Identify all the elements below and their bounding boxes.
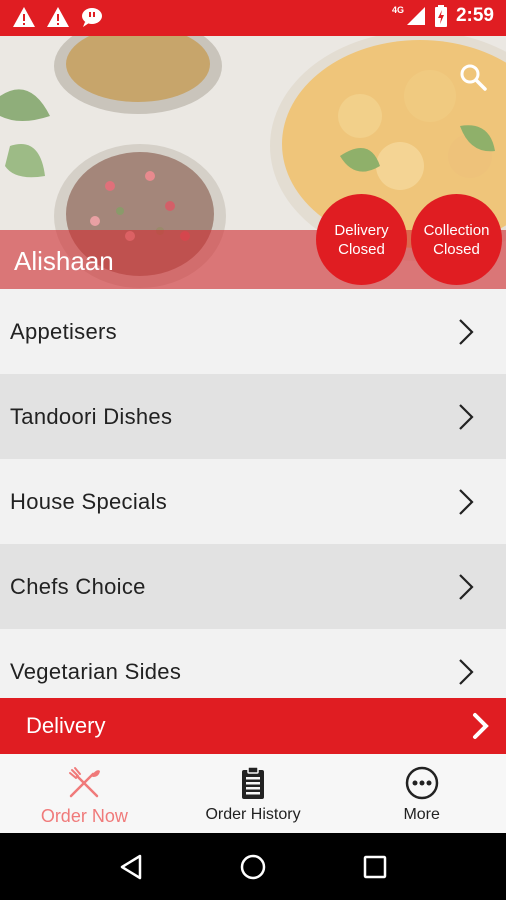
chevron-right-icon: [473, 713, 489, 739]
chevron-right-icon: [459, 573, 474, 600]
tab-more[interactable]: More: [337, 754, 506, 833]
category-item[interactable]: House Specials: [0, 459, 506, 544]
bottom-tab-bar: Order Now Order History More: [0, 754, 506, 833]
clock: 2:59: [455, 5, 494, 26]
category-item[interactable]: Chefs Choice: [0, 544, 506, 629]
fork-knife-icon: [66, 764, 102, 802]
status-bar: 4G 2:59: [0, 0, 506, 36]
restaurant-banner: Alishaan Delivery Closed Collection Clos…: [0, 36, 506, 289]
category-item[interactable]: Tandoori Dishes: [0, 374, 506, 459]
recents-icon: [363, 855, 387, 878]
restaurant-name: Alishaan: [14, 246, 114, 276]
tab-order-now[interactable]: Order Now: [0, 754, 169, 833]
chevron-right-icon: [459, 488, 474, 515]
warning-icon: [13, 7, 35, 27]
delivery-status-badge: Delivery Closed: [316, 194, 407, 285]
warning-icon: [47, 7, 69, 27]
delivery-status-label: Delivery Closed: [334, 221, 389, 258]
category-label: House Specials: [10, 488, 168, 514]
menu-category-list: Appetisers Tandoori Dishes House Special…: [0, 289, 506, 698]
tab-label: Order History: [205, 806, 301, 823]
system-nav-bar: [0, 833, 506, 900]
delivery-mode-button[interactable]: Delivery: [0, 698, 506, 754]
category-label: Tandoori Dishes: [10, 403, 173, 429]
chevron-right-icon: [459, 658, 474, 685]
collection-status-label: Collection Closed: [423, 221, 490, 258]
back-icon: [120, 854, 142, 879]
message-icon: [82, 8, 102, 27]
collection-status-badge: Collection Closed: [411, 194, 502, 285]
system-icons: 4G 2:59: [392, 5, 494, 27]
notification-icons: [12, 6, 104, 28]
tab-label: More: [403, 806, 440, 823]
home-icon: [240, 854, 266, 879]
delivery-mode-label: Delivery: [26, 713, 106, 738]
category-item[interactable]: Appetisers: [0, 289, 506, 374]
network-type: 4G: [391, 5, 404, 15]
tab-label: Order Now: [40, 806, 128, 826]
category-label: Chefs Choice: [10, 573, 146, 599]
home-button[interactable]: [233, 847, 273, 887]
category-label: Vegetarian Sides: [10, 658, 182, 684]
category-item[interactable]: Vegetarian Sides: [0, 629, 506, 698]
more-icon: [404, 764, 440, 802]
battery-icon: [434, 5, 447, 27]
chevron-right-icon: [459, 318, 474, 345]
back-button[interactable]: [111, 847, 151, 887]
chevron-right-icon: [459, 403, 474, 430]
signal-icon: [406, 7, 425, 25]
search-icon[interactable]: [458, 62, 488, 92]
tab-order-history[interactable]: Order History: [169, 754, 338, 833]
clipboard-icon: [240, 764, 266, 802]
category-label: Appetisers: [10, 318, 117, 344]
recents-button[interactable]: [355, 847, 395, 887]
